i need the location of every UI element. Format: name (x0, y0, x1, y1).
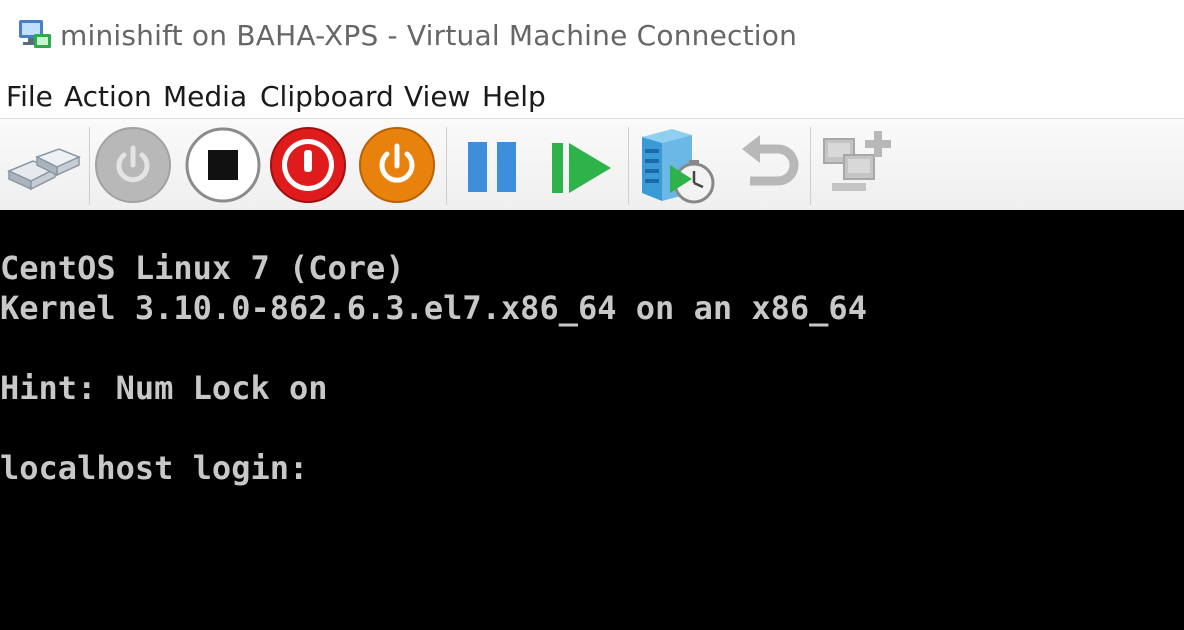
toolbar-separator (810, 127, 811, 205)
pause-icon (468, 142, 516, 192)
ctrl-alt-del-button[interactable] (3, 125, 83, 205)
checkpoint-icon (642, 129, 715, 204)
login-prompt: localhost login: (0, 449, 309, 487)
toolbar-separator (628, 127, 629, 205)
start-button[interactable] (93, 125, 173, 205)
shut-down-button[interactable] (268, 125, 348, 205)
power-icon (95, 127, 171, 203)
toolbar-separator (446, 127, 447, 205)
save-button[interactable] (357, 125, 437, 205)
window-title: minishift on BAHA-XPS - Virtual Machine … (60, 19, 798, 52)
revert-button[interactable] (726, 125, 806, 205)
pause-button[interactable] (453, 125, 533, 205)
vm-console-screen[interactable]: CentOS Linux 7 (Core) Kernel 3.10.0-862.… (0, 210, 1184, 630)
console-line: Kernel 3.10.0-862.6.3.el7.x86_64 on an x… (0, 289, 867, 327)
resume-icon (552, 143, 611, 193)
toolbar-separator (89, 127, 90, 205)
power-orange-icon (359, 127, 435, 203)
keyboard-keys-icon (7, 148, 81, 191)
menu-media[interactable]: Media (163, 80, 247, 113)
menu-clipboard[interactable]: Clipboard (260, 80, 394, 113)
toolbar (0, 118, 1184, 211)
menu-action[interactable]: Action (64, 80, 152, 113)
menu-bar: File Action Media Clipboard View Help (0, 74, 1184, 118)
menu-view[interactable]: View (404, 80, 470, 113)
checkpoint-button[interactable] (636, 125, 716, 205)
power-red-icon (270, 127, 346, 203)
menu-file[interactable]: File (6, 80, 53, 113)
menu-help[interactable]: Help (482, 80, 546, 113)
stop-icon (185, 127, 261, 203)
enhanced-session-button[interactable] (818, 125, 898, 205)
resume-button[interactable] (543, 125, 623, 205)
turn-off-button[interactable] (183, 125, 263, 205)
title-bar: minishift on BAHA-XPS - Virtual Machine … (0, 0, 1184, 74)
console-line: Hint: Num Lock on (0, 369, 328, 407)
enhanced-session-icon (823, 131, 891, 191)
undo-icon (742, 135, 799, 186)
console-line: CentOS Linux 7 (Core) (0, 249, 405, 287)
vm-connection-icon (16, 18, 52, 52)
